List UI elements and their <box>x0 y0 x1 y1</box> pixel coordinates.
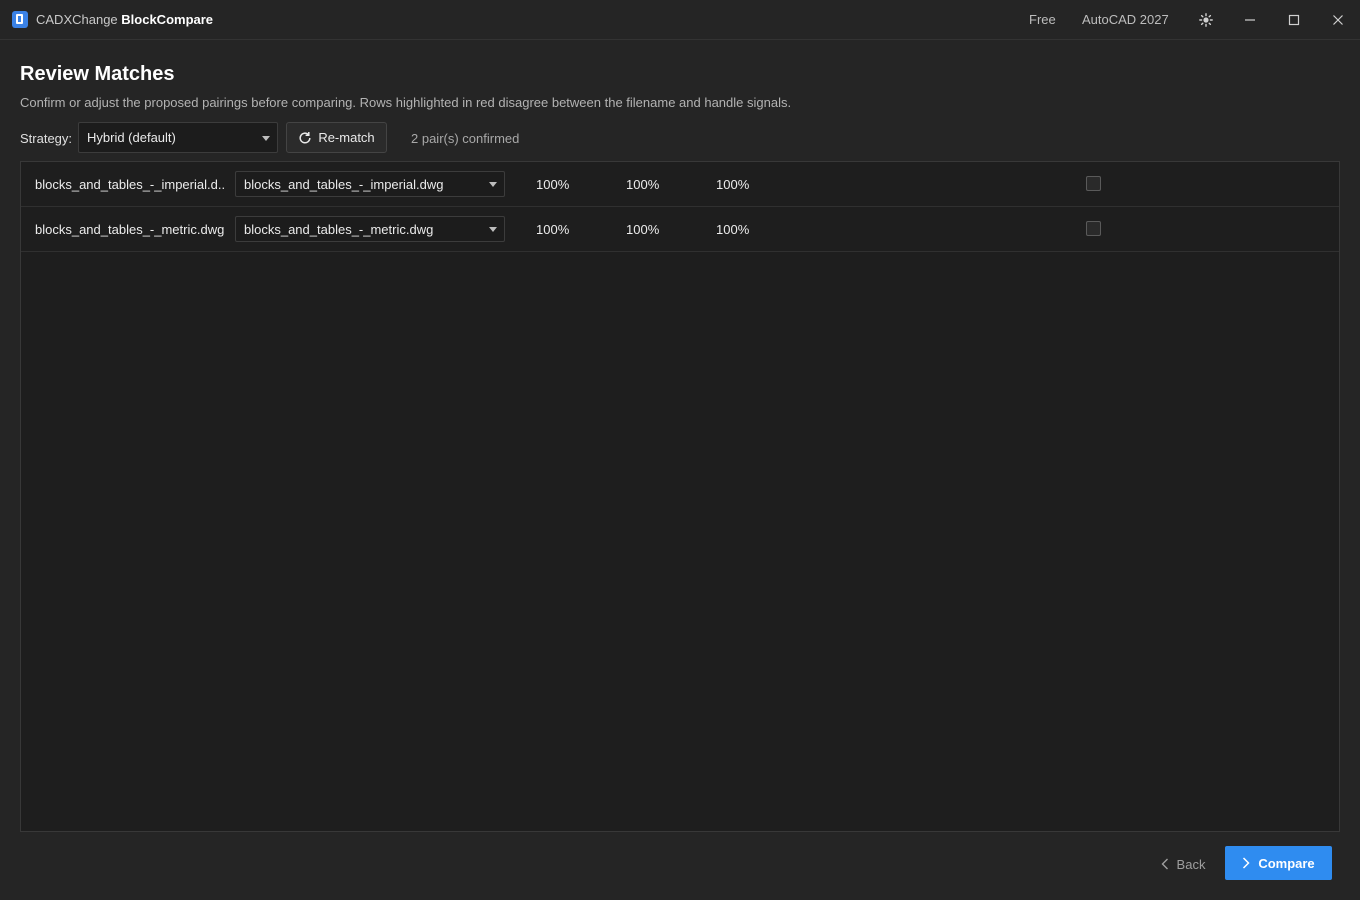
cad-version-label[interactable]: AutoCAD 2027 <box>1082 12 1169 27</box>
app-name: CADXChange <box>36 12 118 27</box>
score-filename: 100% <box>536 177 570 192</box>
chevron-right-icon <box>1243 857 1250 869</box>
page-subtitle: Confirm or adjust the proposed pairings … <box>20 95 792 110</box>
confirm-checkbox[interactable] <box>1086 176 1101 191</box>
source-file: blocks_and_tables_-_metric.dwg <box>35 222 225 237</box>
target-file-value: blocks_and_tables_-_metric.dwg <box>244 221 434 237</box>
target-file-select[interactable]: blocks_and_tables_-_imperial.dwg <box>235 171 505 197</box>
plan-label[interactable]: Free <box>1029 12 1056 27</box>
compare-button[interactable]: Compare <box>1225 846 1332 880</box>
strategy-label: Strategy: <box>20 131 73 146</box>
page-title: Review Matches <box>20 63 175 85</box>
chevron-down-icon <box>489 182 497 187</box>
rematch-label: Re-match <box>318 130 375 145</box>
score-combined: 100% <box>716 177 750 192</box>
maximize-icon[interactable] <box>1282 8 1306 32</box>
table-row: blocks_and_tables_-_metric.dwg blocks_an… <box>21 207 1339 252</box>
back-label: Back <box>1176 856 1206 872</box>
chevron-left-icon <box>1161 858 1168 870</box>
table-row: blocks_and_tables_-_imperial.d... blocks… <box>21 162 1339 207</box>
score-handle: 100% <box>626 177 660 192</box>
theme-icon[interactable] <box>1194 8 1218 32</box>
confirmed-count: 2 pair(s) confirmed <box>411 131 520 146</box>
app-product: BlockCompare <box>121 12 214 27</box>
app-logo-icon <box>12 11 28 28</box>
minimize-icon[interactable] <box>1238 8 1262 32</box>
app-title: CADXChange BlockCompare <box>36 12 213 27</box>
target-file-value: blocks_and_tables_-_imperial.dwg <box>244 176 444 192</box>
target-file-select[interactable]: blocks_and_tables_-_metric.dwg <box>235 216 505 242</box>
score-combined: 100% <box>716 222 750 237</box>
score-filename: 100% <box>536 222 570 237</box>
confirm-checkbox[interactable] <box>1086 221 1101 236</box>
source-file: blocks_and_tables_-_imperial.d... <box>35 177 225 192</box>
rematch-button[interactable]: Re-match <box>286 122 387 153</box>
title-bar: CADXChange BlockCompare Free AutoCAD 202… <box>0 0 1360 40</box>
chevron-down-icon <box>489 227 497 232</box>
compare-label: Compare <box>1258 855 1315 871</box>
close-icon[interactable] <box>1326 8 1350 32</box>
refresh-icon <box>299 131 311 144</box>
strategy-select[interactable]: Hybrid (default) <box>78 122 278 153</box>
score-handle: 100% <box>626 222 660 237</box>
strategy-value: Hybrid (default) <box>87 130 176 145</box>
chevron-down-icon <box>262 135 270 141</box>
back-button[interactable]: Back <box>1152 849 1214 879</box>
matches-table: blocks_and_tables_-_imperial.d... blocks… <box>20 161 1340 832</box>
